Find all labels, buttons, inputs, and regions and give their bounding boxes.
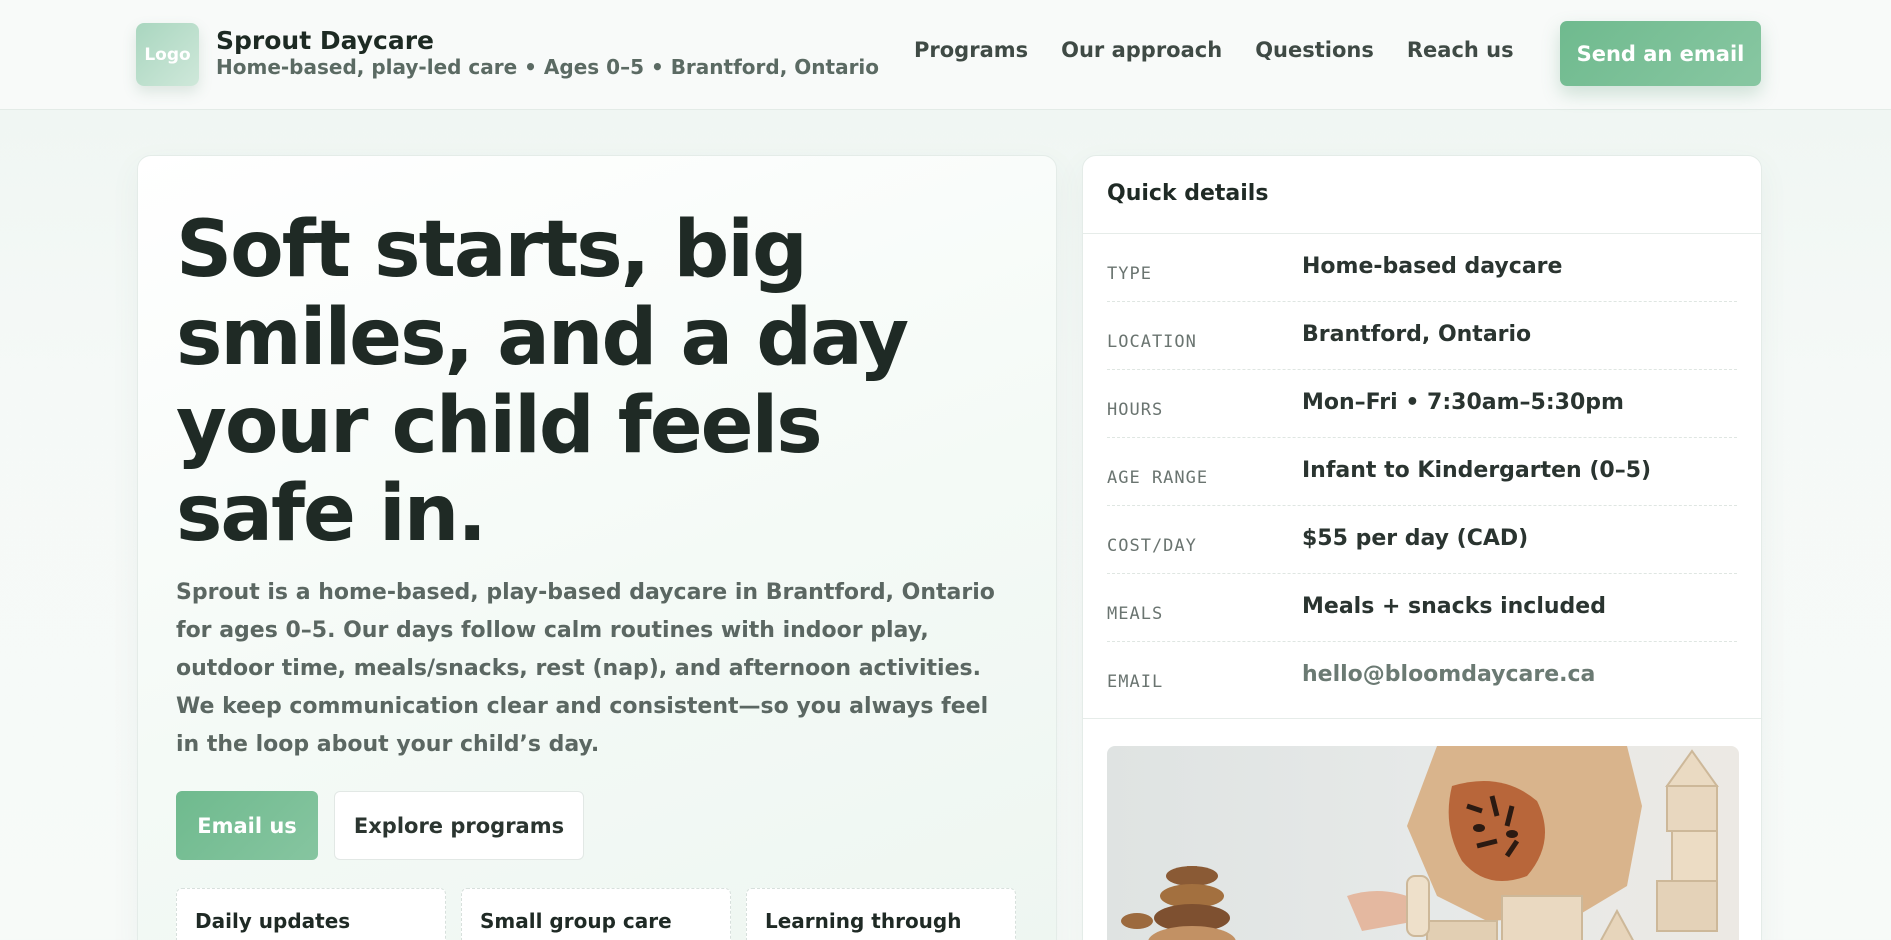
send-email-button[interactable]: Send an email: [1560, 21, 1761, 86]
detail-value: Mon–Fri • 7:30am–5:30pm: [1302, 390, 1624, 415]
detail-value: Home-based daycare: [1302, 254, 1563, 279]
nav-programs[interactable]: Programs: [914, 38, 1028, 62]
detail-row-cost: COST/DAY $55 per day (CAD): [1107, 506, 1737, 574]
detail-key: COST/DAY: [1107, 536, 1197, 556]
child-playing-photo: [1107, 746, 1739, 940]
detail-key: MEALS: [1107, 604, 1164, 624]
detail-row-type: TYPE Home-based daycare: [1107, 234, 1737, 302]
feature-list: Daily updates Small group care Learning …: [176, 888, 1031, 940]
detail-key: AGE RANGE: [1107, 468, 1209, 488]
feature-title: Small group care: [480, 909, 672, 933]
feature-title: Daily updates: [195, 909, 351, 933]
email-us-button[interactable]: Email us: [176, 791, 318, 860]
nav-our-approach[interactable]: Our approach: [1061, 38, 1222, 62]
detail-row-location: LOCATION Brantford, Ontario: [1107, 302, 1737, 370]
detail-key: EMAIL: [1107, 672, 1164, 692]
hero-description: Sprout is a home-based, play-based dayca…: [176, 580, 995, 757]
nav-questions[interactable]: Questions: [1255, 38, 1374, 62]
hero-card: Soft starts, big smiles, and a day your …: [137, 155, 1057, 940]
hero-title: Soft starts, big smiles, and a day your …: [176, 205, 909, 559]
brand-tagline: Home-based, play-led care • Ages 0–5 • B…: [216, 55, 880, 79]
detail-row-hours: HOURS Mon–Fri • 7:30am–5:30pm: [1107, 370, 1737, 438]
detail-key: HOURS: [1107, 400, 1164, 420]
brand-name: Sprout Daycare: [216, 26, 434, 55]
divider: [1083, 718, 1761, 719]
main-nav: Programs Our approach Questions Reach us: [914, 38, 1547, 62]
detail-key: TYPE: [1107, 264, 1152, 284]
logo[interactable]: Logo: [136, 23, 199, 86]
detail-value: Infant to Kindergarten (0–5): [1302, 458, 1652, 483]
explore-programs-button[interactable]: Explore programs: [334, 791, 584, 860]
feature-card: Learning through: [746, 888, 1016, 940]
detail-row-email: EMAIL hello@bloomdaycare.ca: [1107, 642, 1737, 710]
detail-row-meals: MEALS Meals + snacks included: [1107, 574, 1737, 642]
detail-value: Meals + snacks included: [1302, 594, 1606, 619]
quick-details-title: Quick details: [1083, 156, 1761, 234]
site-header: Logo Sprout Daycare Home-based, play-led…: [0, 0, 1891, 110]
feature-card: Daily updates: [176, 888, 446, 940]
feature-title: Learning through: [765, 909, 962, 933]
detail-row-age-range: AGE RANGE Infant to Kindergarten (0–5): [1107, 438, 1737, 506]
detail-key: LOCATION: [1107, 332, 1197, 352]
photo-illustration: [1121, 746, 1719, 940]
email-link[interactable]: hello@bloomdaycare.ca: [1302, 662, 1595, 687]
feature-card: Small group care: [461, 888, 731, 940]
detail-value: $55 per day (CAD): [1302, 526, 1529, 551]
quick-details-card: Quick details TYPE Home-based daycare LO…: [1082, 155, 1762, 940]
detail-value: Brantford, Ontario: [1302, 322, 1532, 347]
nav-reach-us[interactable]: Reach us: [1407, 38, 1514, 62]
details-list: TYPE Home-based daycare LOCATION Brantfo…: [1083, 234, 1761, 710]
